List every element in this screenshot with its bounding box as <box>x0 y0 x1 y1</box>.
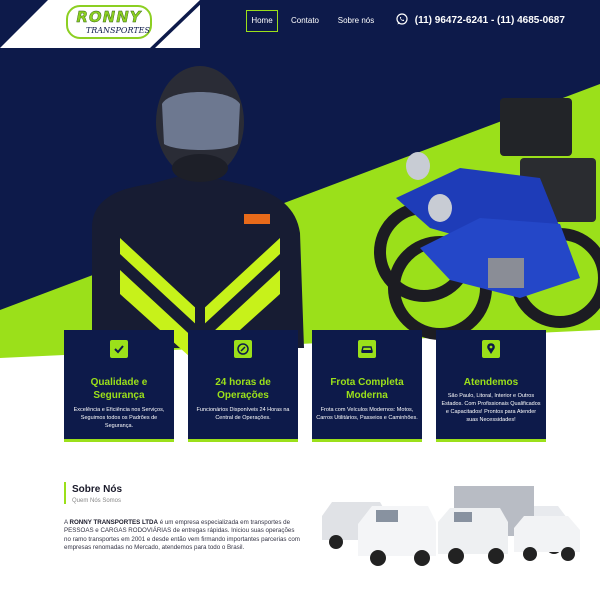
about-title: Sobre Nós <box>72 484 123 495</box>
feature-card-coverage: Atendemos São Paulo, Litoral, Interior e… <box>436 330 546 442</box>
hero-illustration <box>0 66 600 358</box>
fleet-vehicles-image <box>322 486 580 566</box>
logo-name: RONNY <box>76 8 142 26</box>
clock-icon <box>234 340 252 358</box>
feature-card-24h: 24 horas de Operações Funcionários Dispo… <box>188 330 298 442</box>
feature-text: Funcionários Disponíveis 24 Horas na Cen… <box>196 407 290 421</box>
about-company-name: RONNY TRANSPORTES LTDA <box>69 519 158 526</box>
company-logo[interactable]: RONNY TRANSPORTES <box>66 5 152 39</box>
car-icon <box>358 340 376 358</box>
phone-numbers: (11) 96472-6241 - (11) 4685-0687 <box>414 15 565 26</box>
feature-title: Qualidade e Segurança <box>90 377 148 401</box>
about-paragraph: A RONNY TRANSPORTES LTDA é um empresa es… <box>64 519 300 553</box>
location-pin-icon <box>482 340 500 358</box>
site-header: RONNY TRANSPORTES Home Contato Sobre nós… <box>0 0 600 48</box>
phone-link[interactable]: (11) 96472-6241 - (11) 4685-0687 <box>396 10 565 32</box>
feature-title: Atendemos <box>463 377 519 388</box>
feature-card-quality: Qualidade e Segurança Excelência e Efici… <box>64 330 174 442</box>
feature-title: 24 horas de Operações <box>215 377 271 401</box>
feature-text: São Paulo, Litoral, Interior e Outros Es… <box>441 393 541 423</box>
about-accent-bar <box>64 482 66 504</box>
whatsapp-icon <box>396 13 408 25</box>
feature-card-fleet: Frota Completa Moderna Frota com Veículo… <box>312 330 422 442</box>
feature-title: Frota Completa Moderna <box>330 377 404 401</box>
hero-banner <box>0 48 600 358</box>
feature-text: Frota com Veículos Modernos: Motos, Carr… <box>316 407 418 421</box>
about-subtitle: Quem Nós Somos <box>72 498 122 504</box>
nav-home[interactable]: Home <box>246 10 278 32</box>
check-icon <box>110 340 128 358</box>
logo-subtitle: TRANSPORTES <box>85 26 150 35</box>
feature-text: Excelência e Eficiência nos Serviços, Se… <box>73 407 165 429</box>
nav-contato[interactable]: Contato <box>286 10 324 32</box>
nav-sobre-nos[interactable]: Sobre nós <box>334 10 378 32</box>
